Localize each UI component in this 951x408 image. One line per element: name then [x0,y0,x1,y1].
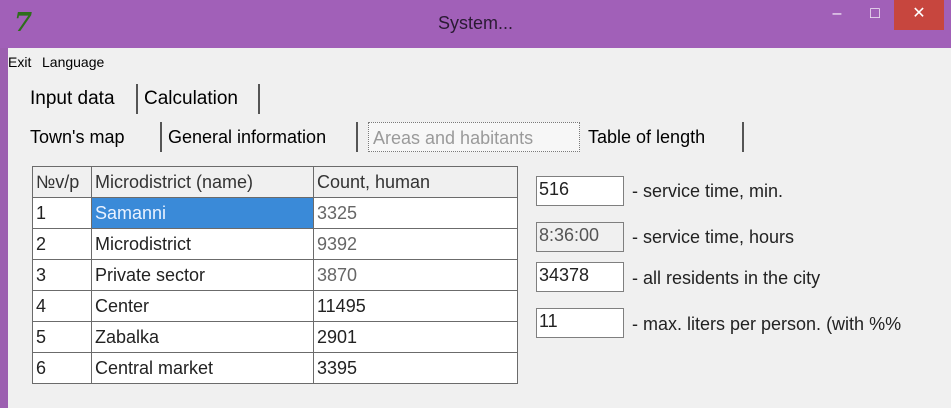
maximize-button[interactable]: □ [858,0,892,30]
cell-name[interactable]: Zabalka [91,321,314,353]
close-button[interactable]: ✕ [894,0,944,30]
column-header-count[interactable]: Count, human [313,166,518,198]
window-title: System... [437,13,513,33]
tab-input-data[interactable]: Input data [26,84,138,114]
table-row[interactable]: 5 Zabalka 2901 [32,321,518,353]
all-residents-label: - all residents in the city [632,268,821,288]
cell-name[interactable]: Microdistrict [91,228,314,260]
service-time-min-label: - service time, min. [632,181,784,201]
tab-areas-and-habitants[interactable]: Areas and habitants [368,122,580,152]
cell-count[interactable]: 2901 [313,321,518,353]
cell-count[interactable]: 3395 [313,352,518,384]
cell-name[interactable]: Samanni [91,197,314,229]
max-liters-label: - max. liters per person. (with %% [632,314,902,334]
cell-number[interactable]: 5 [32,321,92,353]
title-bar[interactable]: 7 System... – □ ✕ [0,0,951,48]
cell-count[interactable]: 9392 [313,228,518,260]
menu-exit[interactable]: Exit [8,54,31,70]
service-time-hours-label: - service time, hours [632,227,795,247]
client-area: Exit Language Input data Calculation Tow… [8,48,951,408]
cell-count[interactable]: 11495 [313,290,518,322]
max-liters-field[interactable]: 11 [536,308,624,338]
table-row[interactable]: 6 Central market 3395 [32,352,518,384]
cell-name[interactable]: Private sector [91,259,314,291]
cell-number[interactable]: 3 [32,259,92,291]
all-residents-field[interactable]: 34378 [536,262,624,292]
service-time-hours-field[interactable]: 8:36:00 [536,222,624,252]
cell-name[interactable]: Center [91,290,314,322]
tab-general-information[interactable]: General information [164,122,358,152]
cell-number[interactable]: 4 [32,290,92,322]
table-row[interactable]: 3 Private sector 3870 [32,259,518,291]
table-header-row: №v/p Microdistrict (name) Count, human [32,166,518,198]
menu-bar: Exit Language [8,48,951,74]
tab-table-of-length[interactable]: Table of length [584,122,744,152]
tab-calculation[interactable]: Calculation [140,84,260,114]
column-header-name[interactable]: Microdistrict (name) [91,166,314,198]
column-header-number[interactable]: №v/p [32,166,92,198]
app-window: 7 System... – □ ✕ Exit Language Input da… [0,0,951,408]
areas-table: №v/p Microdistrict (name) Count, human 1… [32,166,518,384]
table-row[interactable]: 1 Samanni 3325 [32,197,518,229]
cell-number[interactable]: 1 [32,197,92,229]
cell-count[interactable]: 3870 [313,259,518,291]
cell-name[interactable]: Central market [91,352,314,384]
service-time-min-field[interactable]: 516 [536,176,624,206]
table-row[interactable]: 4 Center 11495 [32,290,518,322]
minimize-button[interactable]: – [820,0,854,30]
cell-count[interactable]: 3325 [313,197,518,229]
cell-number[interactable]: 6 [32,352,92,384]
tab-towns-map[interactable]: Town's map [26,122,162,152]
cell-number[interactable]: 2 [32,228,92,260]
menu-language[interactable]: Language [42,54,104,70]
table-row[interactable]: 2 Microdistrict 9392 [32,228,518,260]
